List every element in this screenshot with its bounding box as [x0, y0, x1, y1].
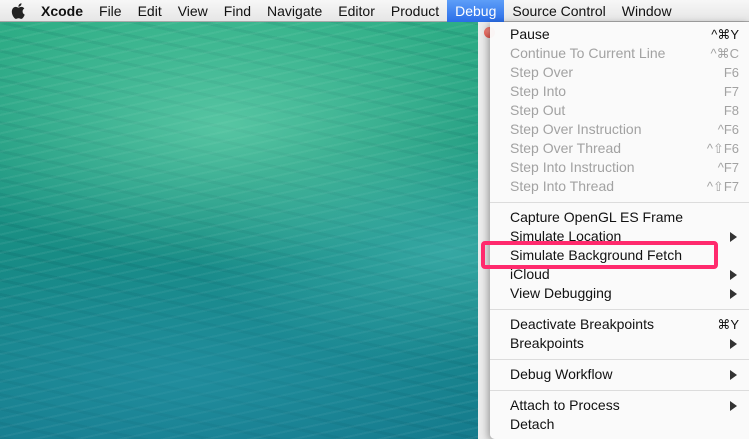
menu-item-attach-to-process[interactable]: Attach to Process — [490, 396, 749, 415]
menu-item-capture-opengl-es-frame[interactable]: Capture OpenGL ES Frame — [490, 208, 749, 227]
menu-item-step-over[interactable]: Step Over F6 — [490, 63, 749, 82]
menu-item-label: Capture OpenGL ES Frame — [510, 209, 684, 225]
menu-app-xcode[interactable]: Xcode — [33, 0, 91, 22]
menu-item-step-over-instruction[interactable]: Step Over Instruction ^F6 — [490, 120, 749, 139]
menu-debug[interactable]: Debug — [447, 0, 505, 22]
menu-bar: Xcode File Edit View Find Navigate Edito… — [0, 0, 749, 22]
menu-item-label: Step Into Thread — [510, 178, 615, 194]
menu-item-label: Deactivate Breakpoints — [510, 316, 654, 332]
menu-item-label: Step Over Thread — [510, 140, 622, 156]
debug-menu-dropdown: Pause ^⌘Y Continue To Current Line ^⌘C S… — [490, 22, 749, 439]
submenu-arrow-icon — [730, 370, 737, 380]
menu-item-shortcut: F8 — [723, 103, 739, 118]
menu-editor[interactable]: Editor — [330, 0, 383, 22]
menu-source-control[interactable]: Source Control — [504, 0, 613, 22]
menu-item-label: Continue To Current Line — [510, 45, 666, 61]
menu-view[interactable]: View — [170, 0, 216, 22]
menu-item-label: Step Over Instruction — [510, 121, 642, 137]
menu-item-detach[interactable]: Detach — [490, 415, 749, 434]
menu-file[interactable]: File — [91, 0, 130, 22]
menu-item-label: Step Out — [510, 102, 566, 118]
submenu-arrow-icon — [730, 232, 737, 242]
submenu-arrow-icon — [730, 270, 737, 280]
menu-item-label: Detach — [510, 416, 555, 432]
menu-item-step-into-thread[interactable]: Step Into Thread ^⇧F7 — [490, 177, 749, 196]
menu-item-step-over-thread[interactable]: Step Over Thread ^⇧F6 — [490, 139, 749, 158]
menu-navigate[interactable]: Navigate — [259, 0, 330, 22]
submenu-arrow-icon — [730, 289, 737, 299]
menu-item-shortcut: ^⌘Y — [711, 27, 739, 42]
menu-product[interactable]: Product — [383, 0, 447, 22]
menu-item-step-out[interactable]: Step Out F8 — [490, 101, 749, 120]
menu-item-label: Step Into Instruction — [510, 159, 635, 175]
menu-item-shortcut: ^⌘C — [710, 46, 740, 61]
menu-item-label: Attach to Process — [510, 397, 620, 413]
menu-find[interactable]: Find — [216, 0, 259, 22]
menu-item-shortcut: ^F7 — [717, 160, 739, 175]
menu-item-debug-workflow[interactable]: Debug Workflow — [490, 365, 749, 384]
menu-item-shortcut: ^⇧F7 — [706, 179, 739, 194]
apple-icon — [11, 2, 25, 19]
menu-item-label: Pause — [510, 26, 550, 42]
menu-separator — [490, 309, 749, 310]
menu-separator — [490, 390, 749, 391]
menu-item-label: Step Into — [510, 83, 567, 99]
apple-menu[interactable] — [11, 0, 33, 22]
menu-item-breakpoints[interactable]: Breakpoints — [490, 334, 749, 353]
menu-item-step-into-instruction[interactable]: Step Into Instruction ^F7 — [490, 158, 749, 177]
menu-window[interactable]: Window — [614, 0, 680, 22]
menu-item-pause[interactable]: Pause ^⌘Y — [490, 25, 749, 44]
menu-item-label: Breakpoints — [510, 335, 584, 351]
submenu-arrow-icon — [730, 339, 737, 349]
menu-item-label: View Debugging — [510, 285, 612, 301]
submenu-arrow-icon — [730, 401, 737, 411]
menu-item-shortcut: ^F6 — [717, 122, 739, 137]
menu-item-continue-to-current-line[interactable]: Continue To Current Line ^⌘C — [490, 44, 749, 63]
menu-item-shortcut: F7 — [723, 84, 739, 99]
menu-item-deactivate-breakpoints[interactable]: Deactivate Breakpoints ⌘Y — [490, 315, 749, 334]
annotation-highlight-box — [481, 241, 718, 269]
menu-item-label: Step Over — [510, 64, 574, 80]
menu-separator — [490, 202, 749, 203]
menu-item-shortcut: F6 — [723, 65, 739, 80]
menu-item-step-into[interactable]: Step Into F7 — [490, 82, 749, 101]
menu-separator — [490, 359, 749, 360]
menu-item-shortcut: ⌘Y — [717, 317, 739, 332]
menu-edit[interactable]: Edit — [130, 0, 170, 22]
menu-item-view-debugging[interactable]: View Debugging — [490, 284, 749, 303]
menu-item-label: Debug Workflow — [510, 366, 613, 382]
menu-item-shortcut: ^⇧F6 — [706, 141, 739, 156]
